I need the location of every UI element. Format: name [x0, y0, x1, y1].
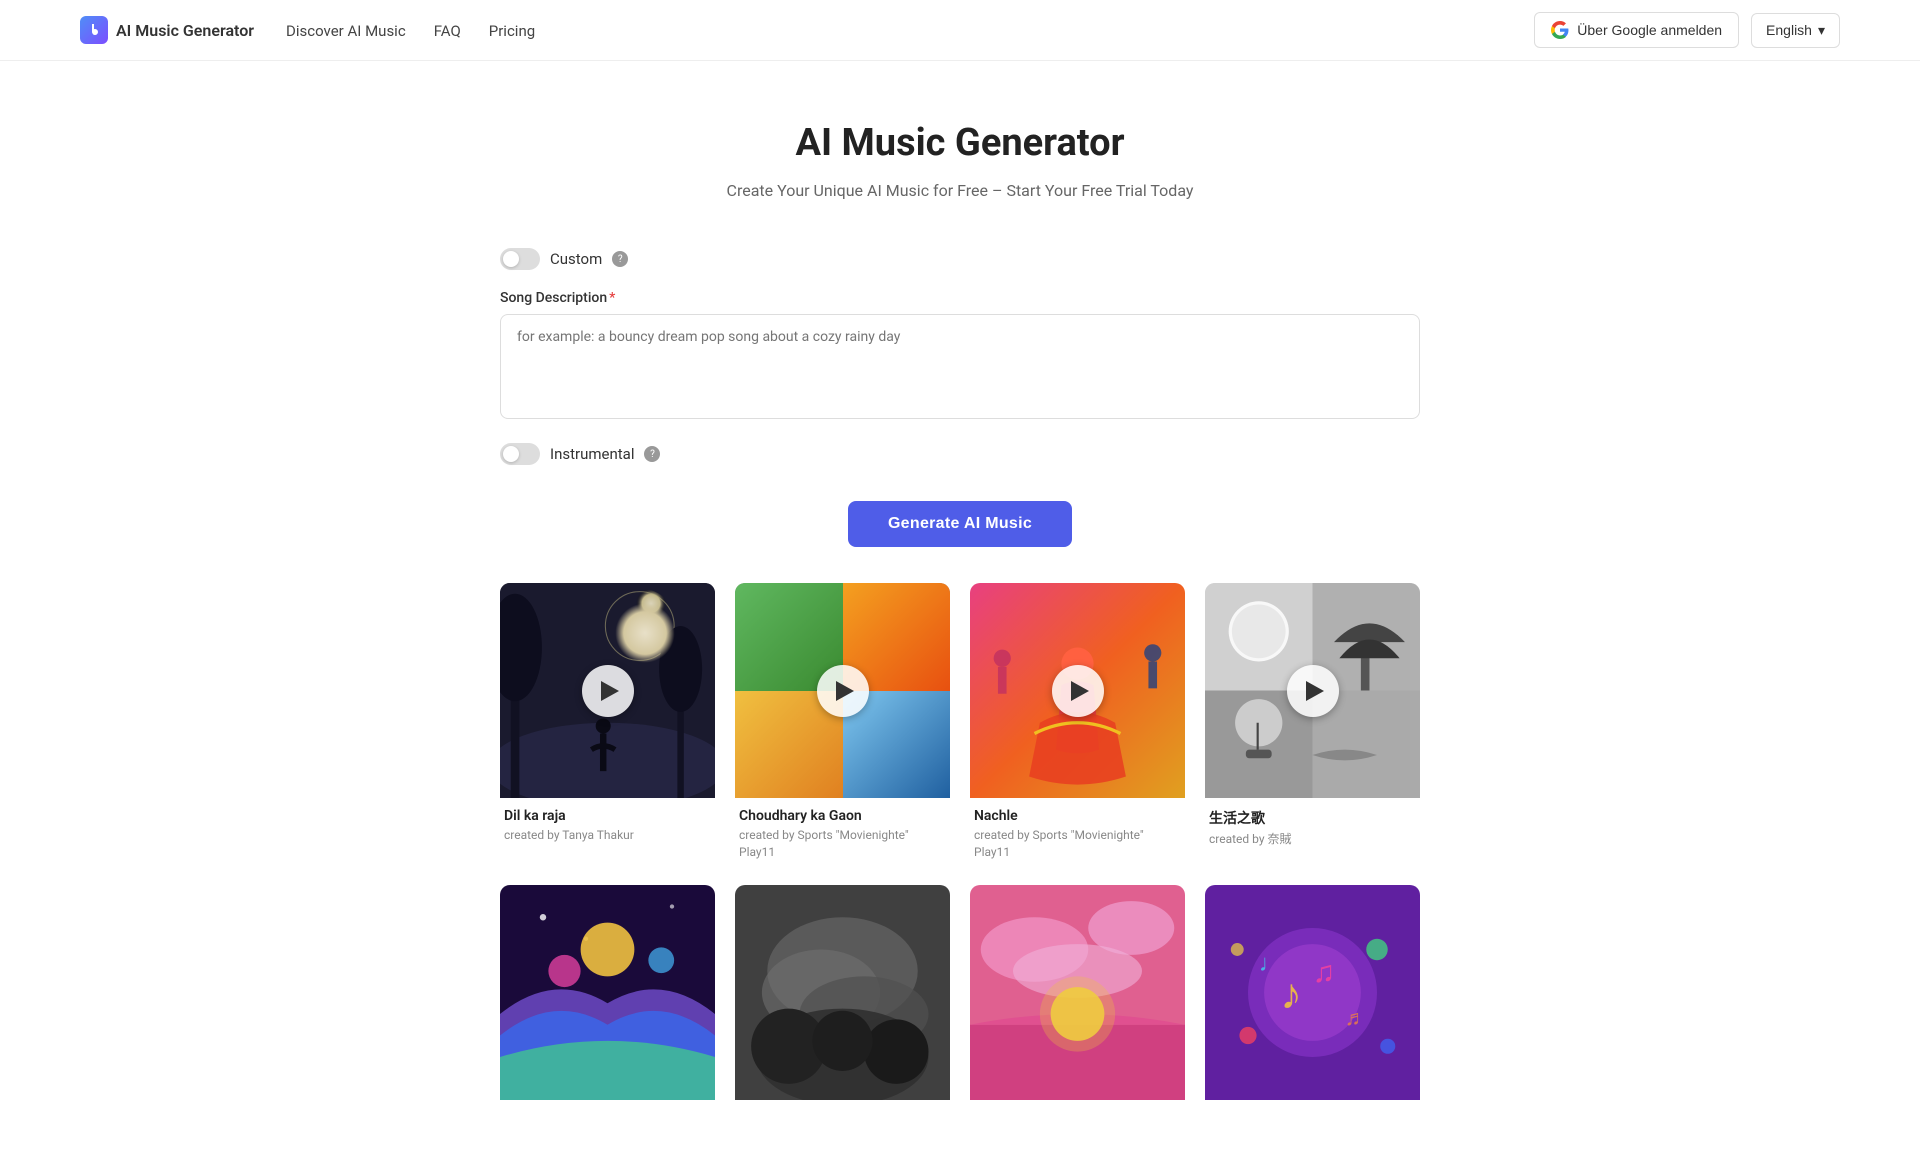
play-button[interactable] — [1052, 665, 1104, 717]
svg-text:♫: ♫ — [1313, 954, 1336, 989]
custom-toggle[interactable] — [500, 248, 540, 270]
card-thumbnail — [735, 885, 950, 1100]
card-title: Nachle — [974, 808, 1181, 824]
card-info: Nachle created by Sports "Movienighte" P… — [970, 798, 1185, 865]
play-icon — [1071, 681, 1089, 701]
card-thumbnail: ♪ ♫ ♩ ♬ — [1205, 885, 1420, 1100]
chevron-down-icon: ▾ — [1818, 22, 1825, 39]
card-thumbnail — [500, 885, 715, 1100]
play-overlay — [970, 583, 1185, 798]
svg-text:♪: ♪ — [1280, 969, 1302, 1019]
card-image-container — [735, 583, 950, 798]
page-title: AI Music Generator — [500, 121, 1420, 165]
card-image-container — [970, 885, 1185, 1100]
card-title: 生活之歌 — [1209, 808, 1416, 828]
card-thumbnail — [970, 885, 1185, 1100]
play-button[interactable] — [582, 665, 634, 717]
play-icon — [1306, 681, 1324, 701]
music-card[interactable]: ♪ ♫ ♩ ♬ — [1205, 885, 1420, 1117]
card-image-container — [970, 583, 1185, 798]
language-selector[interactable]: English ▾ — [1751, 13, 1840, 48]
main-nav: Discover AI Music FAQ Pricing — [286, 21, 535, 40]
card-image-container — [500, 583, 715, 798]
card-image-container — [735, 885, 950, 1100]
card-info: Choudhary ka Gaon created by Sports "Mov… — [735, 798, 950, 865]
instrumental-toggle-row: Instrumental ? — [500, 443, 1420, 465]
card-info: Dil ka raja created by Tanya Thakur — [500, 798, 715, 848]
card-info — [735, 1100, 950, 1117]
card-title: Dil ka raja — [504, 808, 711, 824]
music-card[interactable] — [735, 885, 950, 1117]
instrumental-toggle[interactable] — [500, 443, 540, 465]
card-author: created by Sports "Movienighte" Play11 — [739, 827, 946, 861]
card-author: created by Sports "Movienighte" Play11 — [974, 827, 1181, 861]
generator-form: Custom ? Song Description* Instrumental … — [500, 248, 1420, 1117]
google-icon — [1551, 21, 1569, 39]
svg-text:♩: ♩ — [1259, 949, 1283, 977]
nav-faq[interactable]: FAQ — [434, 22, 461, 40]
google-btn-label: Über Google anmelden — [1577, 22, 1722, 38]
song-description-field: Song Description* — [500, 290, 1420, 423]
card-info — [500, 1100, 715, 1117]
logo-link[interactable]: AI Music Generator — [80, 16, 254, 44]
instrumental-label: Instrumental — [550, 445, 634, 463]
music-card[interactable] — [500, 885, 715, 1117]
card-art: ♪ ♫ ♩ ♬ — [1205, 885, 1420, 1100]
song-description-input[interactable] — [500, 314, 1420, 419]
card-title: Choudhary ka Gaon — [739, 808, 946, 824]
google-signin-button[interactable]: Über Google anmelden — [1534, 12, 1739, 48]
header-left: AI Music Generator Discover AI Music FAQ… — [80, 16, 535, 44]
card-info — [1205, 1100, 1420, 1117]
card-art — [970, 885, 1185, 1100]
hero-subtitle: Create Your Unique AI Music for Free – S… — [500, 181, 1420, 200]
play-overlay — [735, 583, 950, 798]
play-button[interactable] — [817, 665, 869, 717]
card-author: created by 奈賊 — [1209, 831, 1416, 848]
music-card[interactable]: Dil ka raja created by Tanya Thakur — [500, 583, 715, 865]
card-info: 生活之歌 created by 奈賊 — [1205, 798, 1420, 852]
custom-info-icon[interactable]: ? — [612, 251, 628, 267]
card-info — [970, 1100, 1185, 1117]
custom-label: Custom — [550, 250, 602, 268]
card-art — [735, 885, 950, 1100]
play-button[interactable] — [1287, 665, 1339, 717]
language-label: English — [1766, 22, 1812, 38]
music-card[interactable] — [970, 885, 1185, 1117]
nav-pricing[interactable]: Pricing — [489, 22, 535, 40]
instrumental-info-icon[interactable]: ? — [644, 446, 660, 462]
custom-toggle-row: Custom ? — [500, 248, 1420, 270]
generate-button[interactable]: Generate AI Music — [848, 501, 1072, 547]
logo-icon — [80, 16, 108, 44]
required-indicator: * — [609, 290, 615, 306]
card-image-container: ♪ ♫ ♩ ♬ — [1205, 885, 1420, 1100]
play-overlay — [500, 583, 715, 798]
logo-text: AI Music Generator — [116, 21, 254, 40]
play-overlay — [1205, 583, 1420, 798]
music-card[interactable]: Nachle created by Sports "Movienighte" P… — [970, 583, 1185, 865]
card-author: created by Tanya Thakur — [504, 827, 711, 844]
card-image-container — [500, 885, 715, 1100]
card-image-container — [1205, 583, 1420, 798]
header: AI Music Generator Discover AI Music FAQ… — [0, 0, 1920, 61]
music-card[interactable]: 生活之歌 created by 奈賊 — [1205, 583, 1420, 865]
svg-text:♬: ♬ — [1345, 1005, 1367, 1030]
song-desc-label: Song Description* — [500, 290, 1420, 306]
music-card[interactable]: Choudhary ka Gaon created by Sports "Mov… — [735, 583, 950, 865]
card-art — [500, 885, 715, 1100]
main-content: AI Music Generator Create Your Unique AI… — [480, 61, 1440, 1157]
play-icon — [836, 681, 854, 701]
header-right: Über Google anmelden English ▾ — [1534, 12, 1840, 48]
play-icon — [601, 681, 619, 701]
nav-discover[interactable]: Discover AI Music — [286, 22, 406, 40]
music-cards-grid: Dil ka raja created by Tanya Thakur — [500, 583, 1420, 1117]
